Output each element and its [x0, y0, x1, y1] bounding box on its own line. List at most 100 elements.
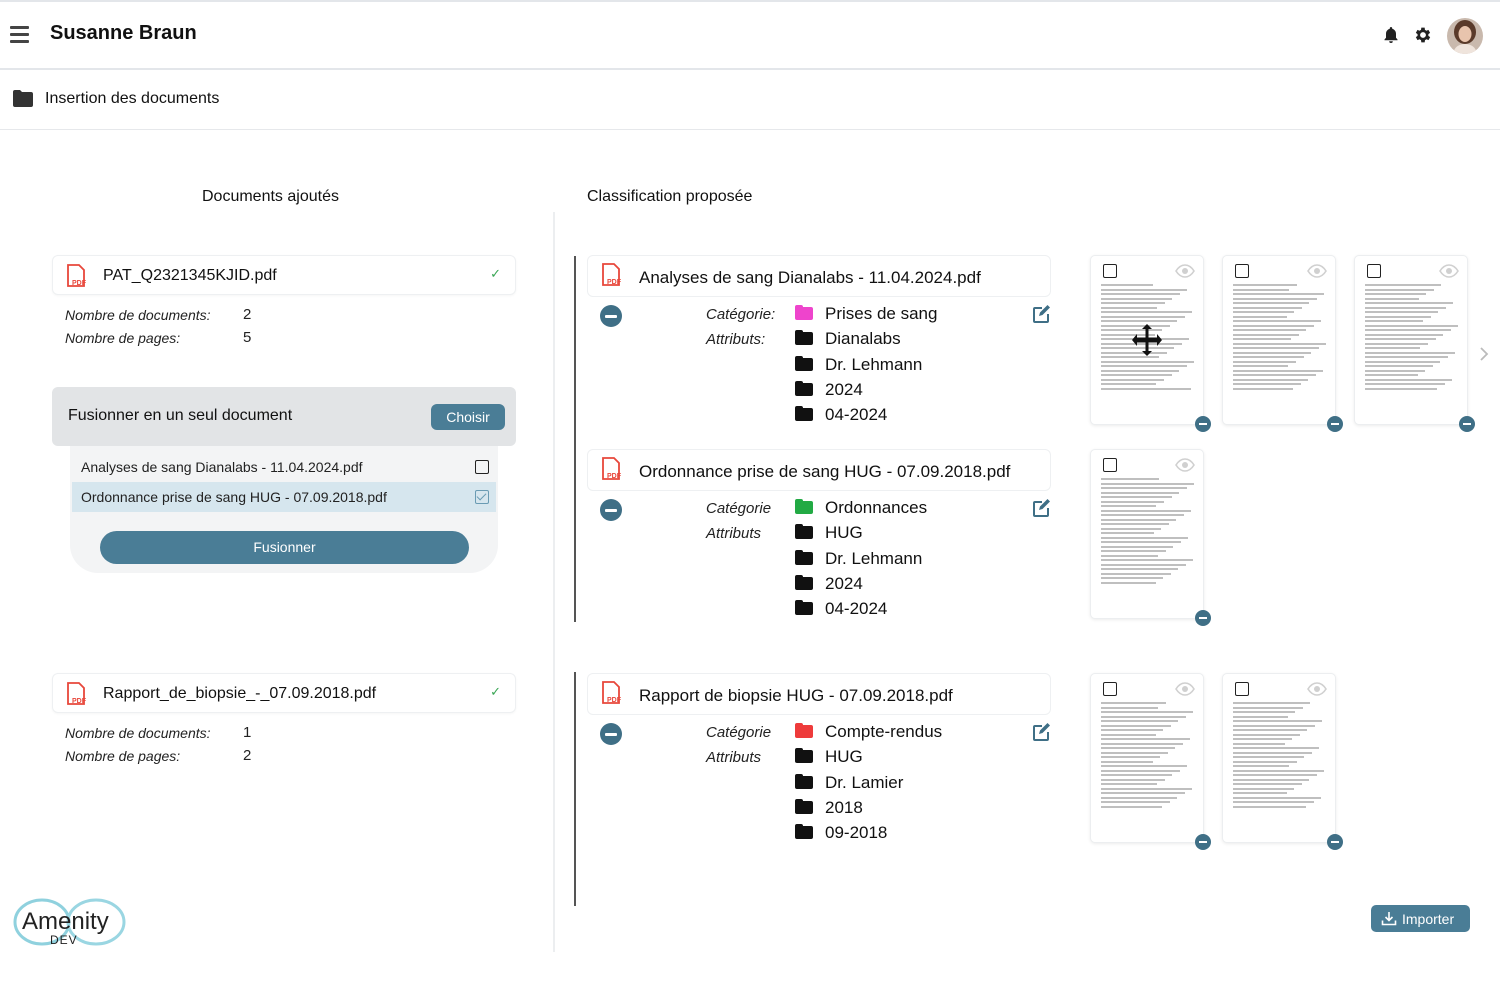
check-icon: ✓: [490, 266, 501, 281]
category-label: Catégorie:: [706, 306, 776, 323]
documents-count-label: Nombre de documents:: [65, 725, 211, 741]
documents-count: 2: [243, 306, 252, 323]
page-select-checkbox[interactable]: [1367, 264, 1381, 278]
classified-document-card[interactable]: PDF Analyses de sang Dianalabs - 11.04.20…: [587, 255, 1051, 297]
page-thumbnail[interactable]: [1222, 673, 1343, 850]
folder-icon: [795, 574, 813, 590]
uploaded-column-title: Documents ajoutés: [202, 188, 339, 205]
attributes-label: Attributs: [706, 749, 762, 766]
remove-document-button[interactable]: [600, 723, 622, 745]
menu-icon[interactable]: [10, 26, 30, 43]
svg-text:PDF: PDF: [607, 279, 622, 286]
page-thumbnail[interactable]: [1222, 255, 1343, 432]
remove-document-button[interactable]: [600, 499, 622, 521]
merge-list-item[interactable]: Ordonnance prise de sang HUG - 07.09.201…: [72, 482, 496, 512]
remove-page-button[interactable]: [1459, 416, 1475, 432]
attribute-row-label: Dr. Lehmann: [825, 354, 923, 374]
page-header: [0, 70, 1500, 130]
eye-icon[interactable]: [1307, 682, 1327, 696]
page-thumbnail[interactable]: [1090, 449, 1211, 626]
category-row-label: Compte-rendus: [825, 722, 943, 741]
attribute-row-label: Dr. Lamier: [825, 772, 904, 792]
classified-document-title: Rapport de biopsie HUG - 07.09.2018.pdf: [639, 686, 953, 705]
uploaded-file-card[interactable]: PDF PAT_Q2321345KJID.pdf ✓: [52, 255, 516, 295]
pages-count-label: Nombre de pages:: [65, 748, 181, 764]
eye-icon[interactable]: [1175, 458, 1195, 472]
folder-icon: [795, 406, 813, 422]
merge-item-checkbox[interactable]: [475, 460, 489, 474]
folder-icon: [795, 380, 813, 396]
classified-document-title: Ordonnance prise de sang HUG - 07.09.201…: [639, 462, 1011, 481]
folder-icon: [795, 499, 813, 514]
uploaded-file-card[interactable]: PDF Rapport_de_biopsie_-_07.09.2018.pdf …: [52, 673, 516, 713]
page-thumbnail[interactable]: [1090, 673, 1211, 850]
bell-icon[interactable]: [1381, 25, 1401, 45]
page-select-checkbox[interactable]: [1103, 458, 1117, 472]
merge-item-checkbox[interactable]: [475, 490, 489, 504]
page-preview: [1101, 478, 1195, 586]
edit-icon[interactable]: [1030, 721, 1052, 743]
eye-icon[interactable]: [1307, 264, 1327, 278]
merge-item-label: Ordonnance prise de sang HUG - 07.09.201…: [81, 489, 387, 505]
page-select-checkbox[interactable]: [1103, 264, 1117, 278]
attribute-row-label: 2024: [825, 379, 863, 399]
merge-list-item[interactable]: Analyses de sang Dianalabs - 11.04.2024.…: [72, 452, 496, 482]
eye-icon[interactable]: [1175, 682, 1195, 696]
import-button[interactable]: Importer: [1371, 905, 1470, 932]
page-select-checkbox[interactable]: [1103, 682, 1117, 696]
remove-page-button[interactable]: [1195, 610, 1211, 626]
edit-icon[interactable]: [1030, 303, 1052, 325]
column-divider: [553, 212, 555, 952]
eye-icon[interactable]: [1439, 264, 1459, 278]
folder-icon: [795, 305, 813, 320]
user-avatar[interactable]: [1447, 18, 1483, 54]
merge-item-label: Analyses de sang Dianalabs - 11.04.2024.…: [81, 459, 363, 475]
attribute-row-label: 04-2024: [825, 405, 888, 425]
choose-button[interactable]: Choisir: [431, 404, 505, 430]
folder-icon: [795, 748, 813, 764]
remove-page-button[interactable]: [1327, 834, 1343, 850]
move-icon[interactable]: [1130, 323, 1164, 357]
remove-page-button[interactable]: [1195, 834, 1211, 850]
edit-icon[interactable]: [1030, 497, 1052, 519]
attribute-row-label: 2018: [825, 797, 863, 817]
classified-document-card[interactable]: PDF Rapport de biopsie HUG - 07.09.2018.p…: [587, 673, 1051, 715]
classification-column-title: Classification proposée: [587, 188, 753, 205]
uploaded-file-name: Rapport_de_biopsie_-_07.09.2018.pdf: [103, 685, 377, 702]
top-bar: Susanne Braun: [0, 0, 1500, 70]
classified-document-title: Analyses de sang Dianalabs - 11.04.2024.…: [639, 268, 981, 287]
pages-count-label: Nombre de pages:: [65, 330, 181, 346]
attribute-row-label: Dianalabs: [825, 329, 901, 349]
merge-header: Fusionner en un seul document Choisir: [52, 387, 516, 446]
svg-text:PDF: PDF: [607, 697, 622, 704]
folder-icon: [795, 824, 813, 840]
merge-button[interactable]: Fusionner: [100, 531, 469, 564]
attribute-row-label: Dr. Lehmann: [825, 548, 923, 568]
category-row-label: Prises de sang: [825, 304, 938, 323]
folder-icon: [795, 549, 813, 565]
import-button-label: Importer: [1402, 911, 1455, 927]
page-select-checkbox[interactable]: [1235, 682, 1249, 696]
category-row-label: Ordonnances: [825, 498, 928, 517]
page-select-checkbox[interactable]: [1235, 264, 1249, 278]
classified-document-card[interactable]: PDF Ordonnance prise de sang HUG - 07.09.…: [587, 449, 1051, 491]
eye-icon[interactable]: [1175, 264, 1195, 278]
uploaded-file-name: PAT_Q2321345KJID.pdf: [103, 267, 277, 284]
page-thumbnail[interactable]: [1354, 255, 1475, 432]
remove-document-button[interactable]: [600, 305, 622, 327]
remove-page-button[interactable]: [1195, 416, 1211, 432]
category-label: Catégorie: [706, 500, 772, 517]
attribute-row-label: 09-2018: [825, 823, 888, 843]
category-label: Catégorie: [706, 724, 772, 741]
check-icon: ✓: [490, 684, 501, 699]
attribute-row-label: 2024: [825, 573, 863, 593]
svg-text:PDF: PDF: [72, 280, 87, 287]
folder-icon: [795, 723, 813, 738]
page-preview: [1365, 284, 1459, 392]
pdf-icon: PDF: [600, 457, 622, 481]
gear-icon[interactable]: [1413, 25, 1433, 45]
folder-icon: [13, 90, 33, 107]
page-title: Insertion des documents: [45, 90, 220, 107]
remove-page-button[interactable]: [1327, 416, 1343, 432]
chevron-right-icon[interactable]: [1478, 346, 1490, 362]
